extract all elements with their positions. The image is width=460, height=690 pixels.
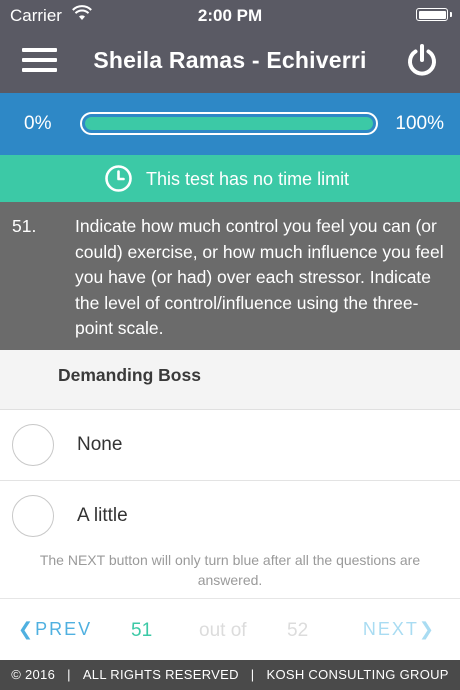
progress-fill xyxy=(85,117,373,130)
next-button-note: The NEXT button will only turn blue afte… xyxy=(39,552,421,588)
chevron-left-icon: ❮ xyxy=(18,619,36,639)
option-a-little[interactable]: A little xyxy=(0,481,460,552)
footer: © 2016 | ALL RIGHTS RESERVED | KOSH CONSULTI… xyxy=(0,660,460,690)
option-none[interactable]: None xyxy=(0,410,460,481)
total-questions: 52 xyxy=(287,620,309,641)
footer-separator: | xyxy=(250,667,255,682)
progress-track xyxy=(80,112,378,135)
current-question-number: 51 xyxy=(131,620,153,641)
footer-copyright: © 2016 xyxy=(11,667,56,682)
question-panel: 51. Indicate how much control you feel y… xyxy=(0,202,460,350)
option-label: A little xyxy=(77,505,128,526)
out-of-label: out of xyxy=(199,620,247,641)
time-limit-message: This test has no time limit xyxy=(146,169,350,189)
clock-icon xyxy=(105,165,132,192)
next-label: NEXT xyxy=(362,619,419,639)
nav-bar: Sheila Ramas - Echiverri xyxy=(0,30,460,93)
battery-icon xyxy=(416,8,452,21)
stressor-label: Demanding Boss xyxy=(58,365,201,385)
pagination-bar: ❮PREV 51 out of 52 NEXT❯ xyxy=(0,598,460,660)
radio-button[interactable] xyxy=(12,424,54,466)
chevron-right-icon: ❯ xyxy=(418,619,436,639)
footer-separator: | xyxy=(67,667,71,682)
page-title: Sheila Ramas - Echiverri xyxy=(93,47,367,73)
footer-rights: ALL RIGHTS RESERVED xyxy=(82,667,239,682)
prev-label: PREV xyxy=(35,619,93,639)
radio-button[interactable] xyxy=(12,495,54,537)
status-bar: Carrier 2:00 PM xyxy=(0,0,460,30)
stressor-header: Demanding Boss xyxy=(0,350,460,410)
progress-end-label: 100% xyxy=(395,113,444,134)
progress-section: 0% 100% xyxy=(0,93,460,155)
next-button[interactable]: NEXT❯ xyxy=(363,619,436,640)
footer-company: KOSH CONSULTING GROUP xyxy=(266,667,449,682)
progress-start-label: 0% xyxy=(24,113,52,134)
prev-button[interactable]: ❮PREV xyxy=(18,619,92,640)
question-number: 51. xyxy=(12,216,37,236)
clock-time: 2:00 PM xyxy=(197,6,263,25)
option-label: None xyxy=(77,434,123,455)
time-limit-banner: This test has no time limit xyxy=(0,155,460,202)
question-text: Indicate how much control you feel you c… xyxy=(75,216,444,338)
power-icon[interactable] xyxy=(404,43,440,79)
